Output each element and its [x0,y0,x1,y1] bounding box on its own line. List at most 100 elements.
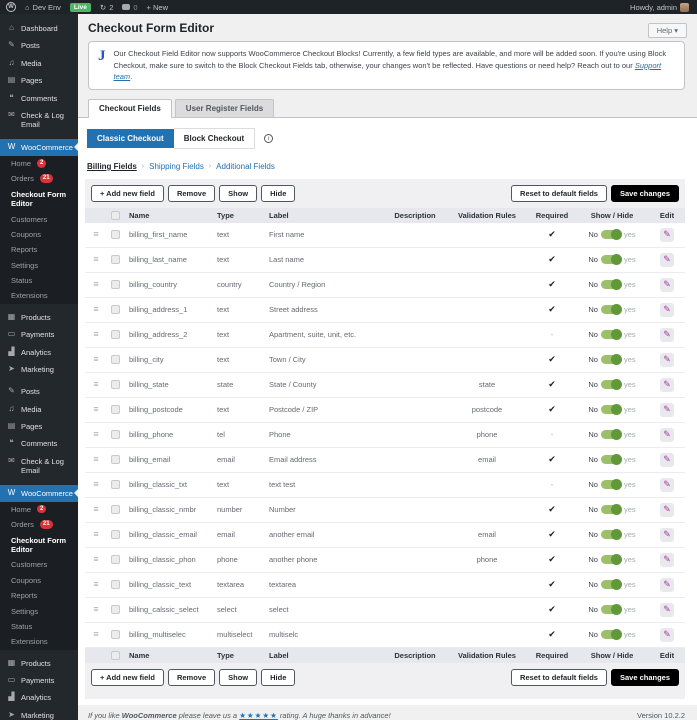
sidebar-item[interactable]: ▟ Analytics [0,344,78,361]
row-checkbox[interactable] [111,280,120,290]
show-hide-toggle[interactable] [600,454,622,466]
edit-field-button[interactable]: ✎ [660,327,674,342]
row-checkbox[interactable] [111,480,120,490]
show-hide-toggle[interactable] [600,254,622,266]
drag-handle-icon[interactable]: ≡ [85,380,107,389]
edit-field-button[interactable]: ✎ [660,577,674,592]
row-checkbox[interactable] [111,555,120,565]
show-button[interactable]: Show [219,184,258,202]
show-hide-toggle[interactable] [600,379,622,391]
remove-button-bottom[interactable]: Remove [167,668,216,686]
edit-field-button[interactable]: ✎ [660,252,674,267]
sidebar-item[interactable]: Orders 21 [0,171,78,187]
sidebar-item[interactable]: ➤ Marketing [0,361,78,378]
add-new-field-button[interactable]: + Add new field [91,184,164,202]
save-changes-button-bottom[interactable]: Save changes [610,668,679,686]
edit-field-button[interactable]: ✎ [660,527,674,542]
drag-handle-icon[interactable]: ≡ [85,230,107,239]
row-checkbox[interactable] [111,430,120,440]
wordpress-menu[interactable]: W [6,2,16,12]
hide-button-bottom[interactable]: Hide [261,668,296,686]
row-checkbox[interactable] [111,405,120,415]
show-hide-toggle[interactable] [600,504,622,516]
show-hide-toggle[interactable] [600,229,622,241]
row-checkbox[interactable] [111,530,120,540]
show-hide-toggle[interactable] [600,404,622,416]
sidebar-item[interactable]: ▟ Analytics [0,689,78,706]
billing-fields-link[interactable]: Billing Fields [87,162,137,171]
save-changes-button[interactable]: Save changes [610,184,679,202]
site-home-link[interactable]: ⌂ Dev Env [25,3,61,12]
edit-field-button[interactable]: ✎ [660,277,674,292]
new-content-menu[interactable]: + New [147,3,168,12]
show-hide-toggle[interactable] [600,354,622,366]
row-checkbox[interactable] [111,355,120,365]
comments-link[interactable]: 0 [122,3,138,12]
row-checkbox[interactable] [111,580,120,590]
drag-handle-icon[interactable]: ≡ [85,530,107,539]
sidebar-item[interactable]: ✉ Check & Log Email [0,453,78,480]
show-hide-toggle[interactable] [600,479,622,491]
edit-field-button[interactable]: ✎ [660,552,674,567]
show-hide-toggle[interactable] [600,429,622,441]
sidebar-item[interactable]: ▤ Pages [0,72,78,89]
drag-handle-icon[interactable]: ≡ [85,480,107,489]
row-checkbox[interactable] [111,305,120,315]
sidebar-item[interactable]: ♫ Media [0,401,78,418]
edit-field-button[interactable]: ✎ [660,627,674,642]
sidebar-item[interactable]: ➤ Marketing [0,707,78,720]
sidebar-item[interactable]: ♫ Media [0,55,78,72]
edit-field-button[interactable]: ✎ [660,502,674,517]
block-checkout-button[interactable]: Block Checkout [173,127,256,149]
drag-handle-icon[interactable]: ≡ [85,330,107,339]
sidebar-item[interactable]: ❝ Comments [0,90,78,107]
drag-handle-icon[interactable]: ≡ [85,305,107,314]
row-checkbox[interactable] [111,230,120,240]
show-hide-toggle[interactable] [600,279,622,291]
show-hide-toggle[interactable] [600,529,622,541]
sidebar-item[interactable]: ✎ Posts [0,37,78,54]
sidebar-item[interactable]: Reports [0,242,78,258]
show-hide-toggle[interactable] [600,329,622,341]
edit-field-button[interactable]: ✎ [660,402,674,417]
sidebar-item[interactable]: Extensions [0,634,78,650]
add-new-field-button-bottom[interactable]: + Add new field [91,668,164,686]
sidebar-item[interactable]: Checkout Form Editor [0,186,78,212]
rating-stars-link[interactable]: ★★★★★ [239,711,278,720]
show-hide-toggle[interactable] [600,579,622,591]
tab-checkout-fields[interactable]: Checkout Fields [88,98,172,118]
drag-handle-icon[interactable]: ≡ [85,580,107,589]
edit-field-button[interactable]: ✎ [660,452,674,467]
row-checkbox[interactable] [111,630,120,640]
drag-handle-icon[interactable]: ≡ [85,255,107,264]
edit-field-button[interactable]: ✎ [660,602,674,617]
remove-button[interactable]: Remove [167,184,216,202]
sidebar-item[interactable]: Settings [0,257,78,273]
sidebar-item[interactable]: ❝ Comments [0,435,78,452]
show-hide-toggle[interactable] [600,304,622,316]
sidebar-item[interactable]: W WooCommerce [0,138,78,156]
show-hide-toggle[interactable] [600,554,622,566]
sidebar-item[interactable]: Home 2 [0,501,78,518]
drag-handle-icon[interactable]: ≡ [85,405,107,414]
row-checkbox[interactable] [111,380,120,390]
reset-default-fields-button[interactable]: Reset to default fields [511,184,607,202]
edit-field-button[interactable]: ✎ [660,377,674,392]
sidebar-item[interactable]: W WooCommerce [0,484,78,502]
row-checkbox[interactable] [111,505,120,515]
select-all-checkbox-bottom[interactable] [111,650,120,660]
reset-default-fields-button-bottom[interactable]: Reset to default fields [511,668,607,686]
sidebar-item[interactable]: ▦ Products [0,655,78,672]
sidebar-item[interactable]: ▤ Pages [0,418,78,435]
edit-field-button[interactable]: ✎ [660,477,674,492]
sidebar-item[interactable]: Checkout Form Editor [0,532,78,558]
sidebar-item[interactable]: Settings [0,603,78,619]
sidebar-item[interactable]: ▭ Payments [0,326,78,343]
drag-handle-icon[interactable]: ≡ [85,555,107,564]
drag-handle-icon[interactable]: ≡ [85,630,107,639]
drag-handle-icon[interactable]: ≡ [85,505,107,514]
edit-field-button[interactable]: ✎ [660,352,674,367]
drag-handle-icon[interactable]: ≡ [85,355,107,364]
sidebar-item[interactable]: Reports [0,588,78,604]
sidebar-item[interactable]: Orders 21 [0,517,78,533]
